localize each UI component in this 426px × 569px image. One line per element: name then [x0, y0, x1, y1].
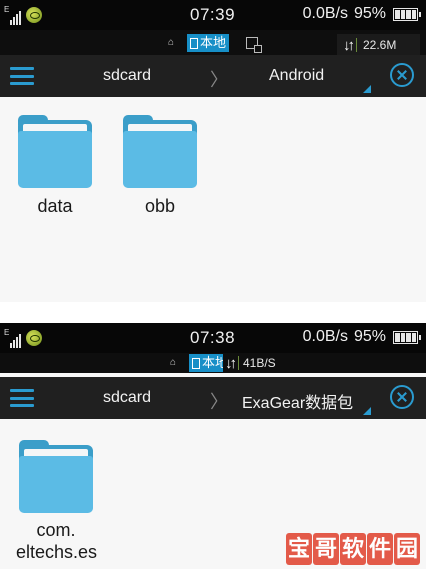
folder-item[interactable]: com. eltechs.es	[16, 440, 98, 563]
local-tab-label: 本地	[200, 35, 227, 50]
home-icon[interactable]: ⌂	[170, 358, 180, 368]
globe-icon	[26, 7, 43, 23]
network-type-indicator: E	[4, 5, 10, 14]
folder-name: com. eltechs.es	[16, 519, 98, 563]
battery-percent: 95%	[353, 5, 386, 22]
watermark-char: 哥	[313, 533, 339, 565]
path-toolbar: sdcard 〉 Android	[0, 55, 426, 97]
screen-exagear-folder: E 07:38 0.0B/s 95% ⌂ 本地 ↓↑ 41B/S sdcard …	[0, 323, 426, 569]
transfer-speed: 41B/S	[243, 356, 276, 370]
breadcrumb-sdcard[interactable]: sdcard	[103, 389, 151, 407]
network-speed: 0.0B/s	[302, 328, 348, 345]
window-subbar: ⌂ 本地 ↓↑ 22.6M	[0, 30, 426, 58]
menu-icon[interactable]	[10, 389, 34, 407]
status-bar: E 07:38 0.0B/s 95%	[0, 323, 426, 353]
tab-icon	[190, 37, 198, 49]
tab-icon	[192, 357, 200, 369]
status-time: 07:39	[190, 5, 236, 24]
status-left: E	[4, 5, 43, 25]
breadcrumb-separator: 〉	[210, 70, 228, 90]
status-right: 0.0B/s 95%	[302, 5, 421, 23]
watermark-char: 件	[367, 533, 393, 565]
breadcrumb-current[interactable]: ExaGear数据包	[242, 389, 353, 413]
breadcrumb-separator: 〉	[210, 392, 228, 412]
window-subbar: ⌂ 本地 ↓↑ 41B/S	[0, 353, 426, 373]
folder-name: data	[37, 196, 73, 216]
close-icon[interactable]	[390, 385, 414, 409]
local-tab[interactable]: 本地	[187, 34, 230, 52]
folder-icon	[123, 115, 197, 188]
close-icon[interactable]	[390, 63, 414, 87]
status-time: 07:38	[190, 328, 236, 347]
signal-icon	[10, 332, 22, 348]
signal-icon	[10, 9, 22, 25]
transfer-icon: ↓↑	[225, 354, 237, 372]
watermark-char: 软	[340, 533, 366, 565]
menu-icon[interactable]	[10, 67, 34, 85]
status-right: 0.0B/s 95%	[302, 328, 421, 346]
folder-icon	[19, 440, 93, 513]
network-icon[interactable]	[246, 37, 262, 53]
path-toolbar: sdcard 〉 ExaGear数据包	[0, 377, 426, 419]
folder-name-line: com.	[36, 520, 76, 540]
status-bar: E 07:39 0.0B/s 95%	[0, 0, 426, 30]
breadcrumb-current[interactable]: Android	[269, 67, 324, 85]
screen-divider	[0, 302, 426, 323]
folder-name-line: eltechs.es	[16, 542, 98, 562]
home-icon[interactable]: ⌂	[168, 38, 178, 48]
folder-name: obb	[144, 196, 176, 216]
watermark-logo: 宝 哥 软 件 园	[286, 533, 420, 565]
battery-icon	[393, 7, 421, 21]
dropdown-icon[interactable]	[363, 407, 371, 415]
globe-icon	[26, 330, 43, 346]
network-type-indicator: E	[4, 328, 10, 337]
transfer-indicator[interactable]: ↓↑ 41B/S	[223, 353, 276, 373]
screen-android-folder: E 07:39 0.0B/s 95% ⌂ 本地 ↓↑ 22.6M sdcard …	[0, 0, 426, 302]
network-speed: 0.0B/s	[302, 5, 348, 22]
battery-icon	[393, 330, 421, 344]
transfer-size: 22.6M	[363, 38, 397, 52]
folder-item[interactable]: obb	[121, 115, 199, 217]
transfer-indicator[interactable]: ↓↑ 22.6M	[337, 34, 420, 56]
transfer-icon: ↓↑	[343, 36, 355, 54]
status-left: E	[4, 328, 43, 348]
battery-percent: 95%	[353, 328, 386, 345]
folder-icon	[18, 115, 92, 188]
watermark-char: 宝	[286, 533, 312, 565]
breadcrumb-sdcard[interactable]: sdcard	[103, 67, 151, 85]
folder-item[interactable]: data	[16, 115, 94, 217]
dropdown-icon[interactable]	[363, 85, 371, 93]
watermark-char: 园	[394, 533, 420, 565]
